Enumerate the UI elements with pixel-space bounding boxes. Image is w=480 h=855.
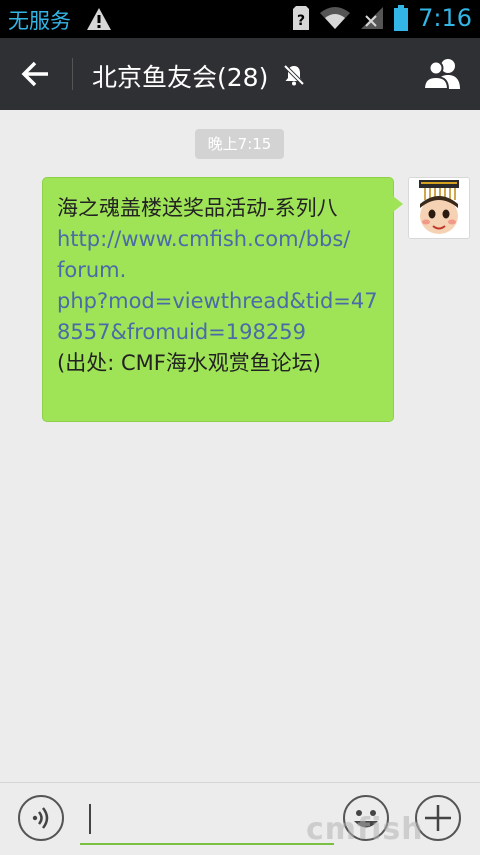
carrier-label: 无服务 — [8, 9, 71, 33]
mute-bell-icon — [283, 64, 305, 86]
avatar[interactable] — [408, 177, 470, 239]
sim-missing-icon: ? — [293, 6, 310, 30]
battery-icon — [394, 5, 409, 31]
wifi-icon — [320, 7, 351, 29]
status-bar: 无服务 ? 7:16 — [0, 0, 480, 38]
message-link[interactable]: 8557&fromuid=198259 — [57, 317, 379, 348]
clock: 7:16 — [418, 4, 472, 32]
signal-icon — [361, 7, 384, 29]
time-divider: 晚上7:15 — [195, 129, 284, 159]
bubble-tail — [393, 196, 403, 212]
warning-icon — [87, 8, 111, 30]
voice-icon[interactable] — [17, 794, 65, 842]
header-divider — [72, 58, 73, 90]
chat-title: 北京鱼友会(28) — [92, 63, 269, 92]
message-link[interactable]: forum. — [57, 255, 379, 286]
message-link[interactable]: http://www.cmfish.com/bbs/ — [57, 224, 379, 255]
message-line: (出处: CMF海水观赏鱼论坛) — [57, 351, 321, 375]
watermark: cmfish — [306, 812, 424, 847]
svg-text:?: ? — [297, 13, 305, 29]
message-line: 海之魂盖楼送奖品活动-系列八 — [57, 196, 338, 220]
status-icons: ? 7:16 — [292, 4, 472, 32]
message-link[interactable]: php?mod=viewthread&tid=47 — [57, 286, 379, 317]
cartoon-face-icon — [409, 178, 469, 238]
message-input[interactable] — [80, 799, 334, 845]
text-caret — [89, 804, 91, 834]
chat-header: 北京鱼友会(28) — [0, 38, 480, 110]
back-arrow-icon[interactable] — [18, 56, 58, 92]
group-members-icon[interactable] — [422, 56, 464, 92]
message-bubble[interactable]: 海之魂盖楼送奖品活动-系列八 http://www.cmfish.com/bbs… — [42, 177, 394, 422]
